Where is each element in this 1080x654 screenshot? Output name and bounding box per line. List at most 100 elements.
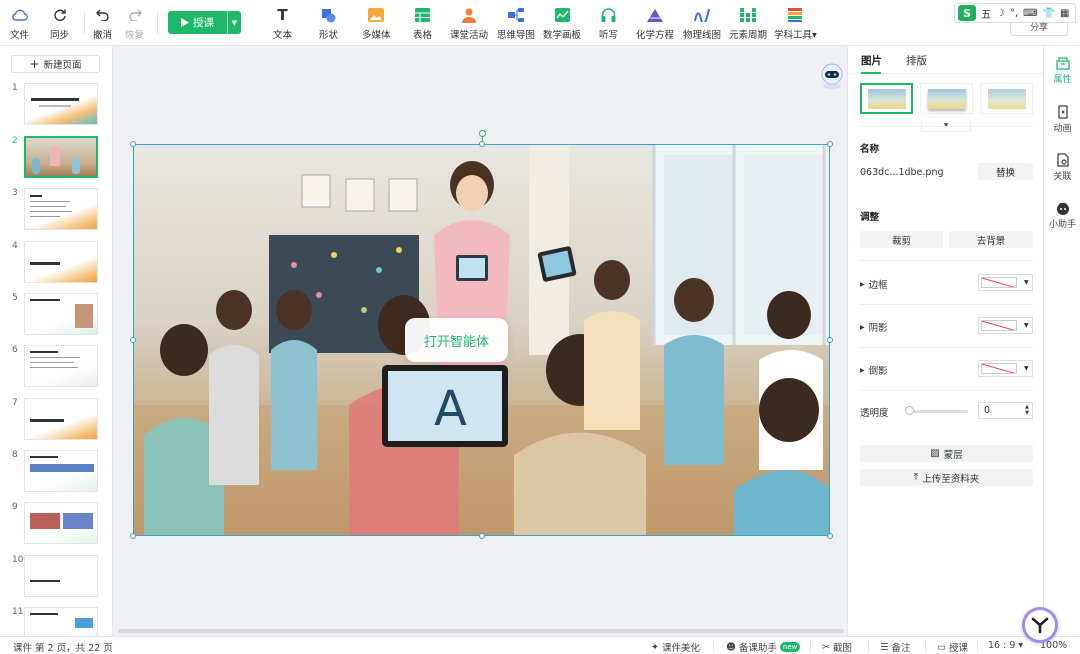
cloud-icon [11, 6, 29, 24]
slide-number: 4 [12, 241, 18, 251]
border-section-toggle[interactable]: ▶ 边框 [860, 277, 888, 291]
sync-button[interactable]: 同步 [50, 6, 69, 42]
chemistry-tool[interactable]: 化学方程 [636, 6, 674, 42]
math-board-tool[interactable]: 数学画板 [543, 6, 581, 42]
math-board-label: 数学画板 [543, 30, 582, 41]
file-menu[interactable]: 文件 [10, 6, 29, 42]
caret-right-icon: ▶ [860, 323, 865, 331]
physics-tool[interactable]: 物理线图 [683, 6, 721, 42]
periodic-table-tool[interactable]: 元素周期 [729, 6, 767, 42]
share-button[interactable]: 分享 [1010, 22, 1068, 36]
divider [810, 641, 811, 651]
ratio-selector[interactable]: 16 : 9 ▼ [988, 640, 1023, 651]
opacity-slider-track[interactable] [908, 410, 968, 413]
skin-icon[interactable]: 👕 [1043, 8, 1055, 19]
punctuation-icon[interactable]: °, [1010, 8, 1018, 19]
shadow-color-picker[interactable]: ▼ [978, 317, 1033, 334]
teach-button[interactable]: ▭ 授课 [937, 640, 968, 654]
ime-logo: S [958, 5, 976, 21]
tab-layout[interactable]: 排版 [906, 53, 927, 68]
no-color-swatch [981, 277, 1017, 288]
text-tool[interactable]: T 文本 [273, 6, 292, 42]
text-tool-label: 文本 [273, 30, 293, 41]
mindmap-tool[interactable]: 思维导图 [497, 6, 535, 42]
redo-button[interactable]: 恢复 [125, 6, 144, 42]
moon-icon[interactable]: ☽ [996, 8, 1005, 19]
opacity-label: 透明度 [860, 408, 889, 419]
keyboard-icon[interactable]: ⌨ [1023, 8, 1037, 19]
reflection-section-toggle[interactable]: ▶ 倒影 [860, 363, 888, 377]
play-icon [181, 18, 189, 27]
media-tool[interactable]: 多媒体 [362, 6, 391, 42]
start-class-dropdown[interactable]: ▼ [227, 11, 241, 34]
divider [713, 641, 714, 651]
slide-canvas[interactable]: A 打开智能体 [114, 46, 847, 636]
style-preview [987, 88, 1026, 109]
screenshot-button[interactable]: ✂ 截图 [822, 640, 852, 654]
notes-button[interactable]: ☰ 备注 [880, 640, 911, 654]
start-class-button[interactable]: 授课 ▼ [168, 11, 241, 34]
start-class-main[interactable]: 授课 [168, 15, 227, 30]
shadow-section-toggle[interactable]: ▶ 阴影 [860, 320, 888, 334]
stepper-icon[interactable]: ▲ ▼ [1025, 404, 1029, 416]
horizontal-scrollbar[interactable] [118, 629, 844, 633]
reflection-color-picker[interactable]: ▼ [978, 360, 1033, 377]
assistant-icon [1056, 202, 1069, 215]
image-style-option[interactable] [980, 83, 1033, 114]
resize-handle[interactable] [130, 141, 136, 147]
undo-button[interactable]: 撤消 [93, 6, 112, 42]
remove-background-button[interactable]: 去背景 [949, 231, 1033, 248]
replace-button[interactable]: 替换 [978, 163, 1033, 180]
open-agent-button[interactable]: 打开智能体 [405, 318, 508, 362]
resize-handle[interactable] [479, 141, 485, 147]
sync-label: 同步 [50, 30, 70, 41]
subject-tools-menu[interactable]: 学科工具▾ [774, 6, 817, 42]
slide-number: 9 [12, 502, 18, 512]
rail-link[interactable]: 关联 [1044, 153, 1080, 182]
rail-animation-label: 动画 [1053, 124, 1072, 134]
resize-handle[interactable] [130, 337, 136, 343]
rail-animation[interactable]: 动画 [1044, 105, 1080, 134]
file-menu-label: 文件 [10, 30, 30, 41]
divider [860, 304, 1033, 305]
resize-handle[interactable] [827, 337, 833, 343]
beautify-button[interactable]: ✦ 课件美化 [651, 640, 700, 654]
resize-handle[interactable] [479, 533, 485, 539]
image-style-option[interactable] [920, 83, 973, 114]
opacity-slider-knob[interactable] [905, 406, 914, 415]
class-activity-tool[interactable]: 课堂活动 [450, 6, 488, 42]
border-color-picker[interactable]: ▼ [978, 274, 1033, 291]
opacity-input[interactable]: 0 ▲ ▼ [978, 402, 1033, 419]
grid-menu-icon[interactable]: ▦ [1060, 8, 1069, 19]
ime-toolbar[interactable]: S 五 ☽ °, ⌨ 👕 ▦ [954, 3, 1076, 23]
lesson-assistant-button[interactable]: ☻ 备课助手 new [726, 640, 801, 654]
divider [860, 390, 1033, 391]
table-tool[interactable]: 表格 [413, 6, 432, 42]
class-activity-label: 课堂活动 [450, 30, 489, 41]
rail-assistant[interactable]: 小助手 [1044, 201, 1080, 230]
media-tool-label: 多媒体 [362, 30, 391, 41]
resize-handle[interactable] [130, 533, 136, 539]
shape-tool[interactable]: 形状 [319, 6, 338, 42]
chevron-down-icon: ▼ [1024, 365, 1029, 372]
rail-properties[interactable]: 属性 [1044, 56, 1080, 85]
resize-handle[interactable] [827, 141, 833, 147]
redo-icon [126, 6, 144, 24]
rail-properties-label: 属性 [1053, 75, 1072, 85]
mask-button[interactable]: ▨ 蒙层 [860, 445, 1033, 462]
rotate-handle[interactable] [479, 130, 486, 137]
resize-handle[interactable] [827, 533, 833, 539]
dictation-tool[interactable]: 听写 [599, 6, 618, 42]
ime-mode[interactable]: 五 [981, 6, 991, 21]
tab-picture[interactable]: 图片 [861, 53, 882, 68]
plus-icon: + [29, 57, 40, 71]
floating-assistant-logo[interactable] [1022, 607, 1058, 643]
mask-icon: ▨ [930, 448, 940, 459]
crop-button[interactable]: 裁剪 [860, 231, 943, 248]
divider [860, 260, 1033, 261]
image-style-option[interactable] [860, 83, 913, 114]
upload-to-folder-button[interactable]: ⤒ 上传至资料夹 [860, 469, 1033, 486]
new-page-button[interactable]: + 新建页面 [11, 55, 100, 73]
beautify-label: 课件美化 [661, 643, 700, 654]
ai-robot-icon[interactable] [820, 62, 844, 90]
